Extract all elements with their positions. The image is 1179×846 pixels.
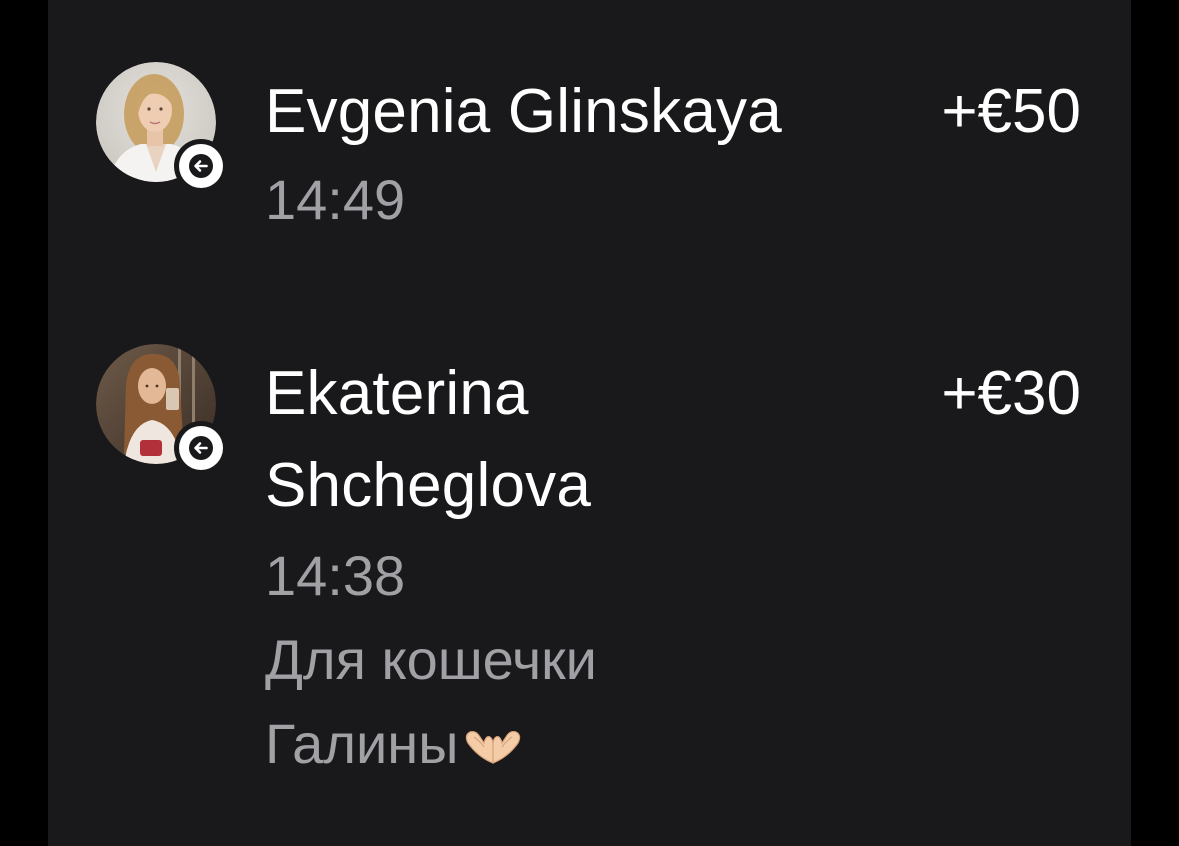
- avatar: [96, 62, 228, 193]
- heart-hands-emoji: [466, 730, 521, 764]
- sender-name: Ekaterina Shcheglova: [265, 359, 592, 520]
- timestamp: 14:49: [265, 168, 406, 231]
- amount: +€30: [941, 359, 1081, 428]
- incoming-badge: [174, 421, 228, 475]
- comment-text: Для кошечки Галины: [265, 628, 597, 775]
- amount: +€50: [941, 77, 1081, 146]
- transaction-list: Evgenia Glinskaya +€50 14:49 Ekaterina S…: [48, 0, 1131, 846]
- incoming-badge: [174, 139, 228, 193]
- transfer-comment: Для кошечки Галины: [265, 618, 705, 786]
- sender-name: Evgenia Glinskaya: [265, 77, 782, 146]
- arrow-left-icon: [189, 154, 213, 178]
- avatar: [96, 344, 228, 475]
- arrow-left-icon: [189, 436, 213, 460]
- timestamp: 14:38: [265, 544, 406, 607]
